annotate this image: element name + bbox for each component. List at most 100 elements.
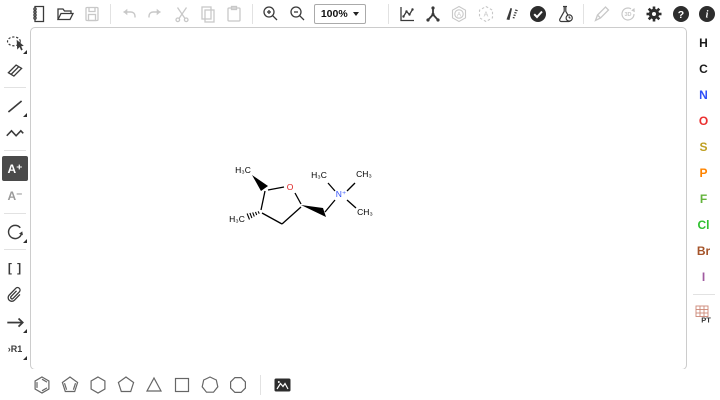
- template-cyclopentadiene-button[interactable]: [57, 372, 83, 398]
- atom-label[interactable]: H₃C: [235, 165, 251, 175]
- element-h-label: H: [699, 36, 708, 50]
- help-button[interactable]: ?: [669, 2, 691, 26]
- element-br-button[interactable]: Br: [692, 240, 716, 262]
- calculate-cip-button[interactable]: [501, 2, 523, 26]
- svg-text:A: A: [457, 11, 462, 18]
- attach-tool[interactable]: [2, 282, 28, 307]
- toolbar-separator: [4, 249, 26, 250]
- element-i-button[interactable]: I: [692, 266, 716, 288]
- single-bond-tool[interactable]: [2, 93, 28, 118]
- element-n-button[interactable]: N: [692, 84, 716, 106]
- open-button[interactable]: [54, 2, 76, 26]
- toolbar-separator: [693, 294, 715, 295]
- atom-label[interactable]: H₃C: [311, 170, 327, 180]
- svg-text:A: A: [483, 12, 488, 19]
- periodic-table-button[interactable]: PT: [692, 301, 716, 327]
- flask-icon: [555, 4, 575, 24]
- toolbar-separator: [4, 213, 26, 214]
- charge-plus-tool[interactable]: A⁺: [2, 156, 28, 181]
- toolbar-separator: [252, 4, 253, 24]
- atom-label[interactable]: O: [287, 182, 294, 192]
- bottom-template-toolbar: [0, 369, 720, 400]
- zoom-level-dropdown[interactable]: 100%: [314, 4, 366, 24]
- element-p-button[interactable]: P: [692, 162, 716, 184]
- rgroup-tool[interactable]: ›R1: [2, 336, 28, 361]
- dearomatize-icon: A: [476, 4, 496, 24]
- benzene-icon: [31, 374, 53, 396]
- chain-tool[interactable]: [2, 120, 28, 145]
- element-cl-button[interactable]: Cl: [692, 214, 716, 236]
- recognize-button[interactable]: [591, 2, 613, 26]
- reaction-arrow-tool[interactable]: [2, 309, 28, 334]
- copy-button[interactable]: [197, 2, 219, 26]
- chemical-editor-window: 100% A A: [0, 0, 720, 400]
- cyclobutane-icon: [171, 374, 193, 396]
- template-cyclobutane-button[interactable]: [169, 372, 195, 398]
- copy-icon: [198, 4, 218, 24]
- rotate-tool[interactable]: [2, 219, 28, 244]
- layout-button[interactable]: [396, 2, 418, 26]
- element-o-button[interactable]: O: [692, 110, 716, 132]
- template-cyclopentane-button[interactable]: [113, 372, 139, 398]
- redo-button[interactable]: [144, 2, 166, 26]
- miew-3d-viewer-button[interactable]: 3D: [617, 2, 639, 26]
- element-c-button[interactable]: C: [692, 58, 716, 80]
- cut-button[interactable]: [170, 2, 192, 26]
- atom-label[interactable]: CH₃: [356, 169, 372, 179]
- check-structure-button[interactable]: [527, 2, 549, 26]
- template-library-icon: [272, 374, 294, 396]
- toolbar-separator: [4, 150, 26, 151]
- about-button[interactable]: i: [696, 2, 718, 26]
- redo-icon: [145, 4, 165, 24]
- cyclohexane-icon: [87, 374, 109, 396]
- settings-button[interactable]: [643, 2, 665, 26]
- new-document-button[interactable]: [28, 2, 50, 26]
- template-cyclohexane-button[interactable]: [85, 372, 111, 398]
- atom-label[interactable]: N⁺: [336, 189, 347, 199]
- element-s-label: S: [699, 140, 707, 154]
- element-s-button[interactable]: S: [692, 136, 716, 158]
- aromatize-button[interactable]: A: [448, 2, 470, 26]
- clean-up-button[interactable]: [422, 2, 444, 26]
- cyclopentane-icon: [115, 374, 137, 396]
- cyclopropane-icon: [143, 374, 165, 396]
- zoom-in-button[interactable]: [260, 2, 282, 26]
- toolbar-separator: [260, 375, 261, 395]
- template-cycloheptane-button[interactable]: [197, 372, 223, 398]
- atom-label[interactable]: H₃C: [229, 214, 245, 224]
- element-n-label: N: [699, 88, 708, 102]
- right-atom-toolbar: H C N O S P F Cl Br I PT: [687, 30, 720, 329]
- template-library-button[interactable]: [270, 372, 296, 398]
- atom-label[interactable]: CH₃: [357, 207, 373, 217]
- select-lasso-tool[interactable]: [2, 30, 28, 55]
- single-bond-icon: [4, 95, 26, 117]
- charge-minus-label: A⁻: [8, 189, 23, 203]
- undo-button[interactable]: [118, 2, 140, 26]
- zoom-out-button[interactable]: [287, 2, 309, 26]
- paste-button[interactable]: [223, 2, 245, 26]
- save-icon: [82, 4, 102, 24]
- eraser-icon: [4, 59, 26, 81]
- element-h-button[interactable]: H: [692, 32, 716, 54]
- template-cyclooctane-button[interactable]: [225, 372, 251, 398]
- stereo-wedge-icon: [502, 4, 522, 24]
- template-benzene-button[interactable]: [29, 372, 55, 398]
- cycloheptane-icon: [199, 374, 221, 396]
- element-o-label: O: [699, 114, 708, 128]
- element-cl-label: Cl: [698, 218, 710, 232]
- element-c-label: C: [699, 62, 708, 76]
- aromatize-icon: A: [449, 4, 469, 24]
- toolbar-separator: [110, 4, 111, 24]
- element-f-button[interactable]: F: [692, 188, 716, 210]
- erase-tool[interactable]: [2, 57, 28, 82]
- template-cyclopropane-button[interactable]: [141, 372, 167, 398]
- drawing-canvas[interactable]: H₃C O H₃C H₃C CH₃ N⁺ CH₃: [30, 27, 687, 370]
- dearomatize-button[interactable]: A: [474, 2, 496, 26]
- save-button[interactable]: [81, 2, 103, 26]
- lasso-select-icon: [4, 32, 26, 54]
- charge-minus-tool[interactable]: A⁻: [2, 183, 28, 208]
- calculated-values-button[interactable]: [553, 2, 575, 26]
- cut-scissors-icon: [172, 4, 192, 24]
- sgroup-tool[interactable]: [ ]: [2, 255, 28, 280]
- left-toolbar: A⁺ A⁻ [ ] ›R1: [0, 29, 30, 362]
